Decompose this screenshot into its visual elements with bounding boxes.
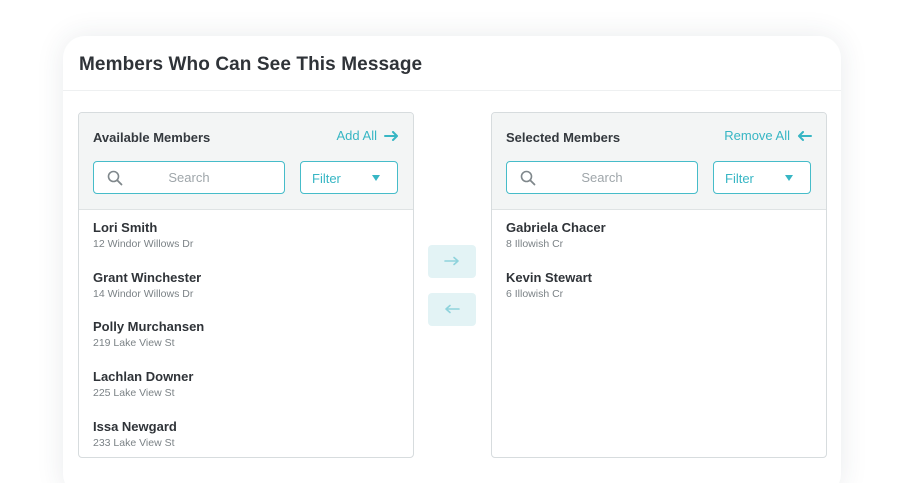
selected-filter-dropdown[interactable]: Filter (713, 161, 811, 194)
arrow-right-icon (384, 130, 399, 141)
available-members-panel: Available Members Add All Filter Lori Sm… (78, 112, 414, 458)
member-name: Lori Smith (93, 220, 158, 235)
available-panel-title: Available Members (93, 130, 211, 145)
available-search-field[interactable] (93, 161, 285, 194)
caret-down-icon (372, 175, 380, 181)
arrow-right-icon (444, 253, 460, 271)
list-item[interactable]: Lori Smith 12 Windor Willows Dr (79, 211, 413, 261)
selected-member-list: Gabriela Chacer 8 Illowish Cr Kevin Stew… (492, 211, 826, 310)
available-search-input[interactable] (134, 162, 244, 193)
member-address: 14 Windor Willows Dr (93, 287, 194, 300)
list-item[interactable]: Lachlan Downer 225 Lake View St (79, 360, 413, 410)
arrow-left-icon (797, 130, 812, 141)
member-address: 219 Lake View St (93, 337, 175, 350)
member-name: Gabriela Chacer (506, 220, 606, 235)
list-item[interactable]: Issa Newgard 233 Lake View St (79, 410, 413, 457)
member-name: Kevin Stewart (506, 269, 592, 285)
move-to-available-button[interactable] (428, 293, 476, 326)
available-panel-header: Available Members Add All Filter (79, 113, 413, 210)
selected-panel-title: Selected Members (506, 130, 621, 145)
members-dialog: Members Who Can See This Message Availab… (63, 36, 841, 483)
remove-all-button[interactable]: Remove All (724, 128, 812, 143)
list-item[interactable]: Grant Winchester 14 Windor Willows Dr (79, 261, 413, 311)
list-item[interactable]: Gabriela Chacer 8 Illowish Cr (492, 211, 826, 261)
member-address: 12 Windor Willows Dr (93, 238, 194, 250)
search-icon (107, 170, 123, 191)
selected-search-input[interactable] (547, 162, 657, 193)
member-name: Issa Newgard (93, 418, 177, 434)
list-item[interactable]: Polly Murchansen 219 Lake View St (79, 310, 413, 360)
member-address: 233 Lake View St (93, 436, 175, 449)
title-divider (63, 90, 841, 91)
selected-members-panel: Selected Members Remove All Filter Gabri… (491, 112, 827, 458)
move-to-selected-button[interactable] (428, 245, 476, 278)
add-all-label: Add All (336, 128, 377, 143)
dialog-title: Members Who Can See This Message (79, 54, 423, 75)
member-name: Lachlan Downer (93, 369, 194, 385)
remove-all-label: Remove All (724, 128, 790, 143)
list-item[interactable]: Kevin Stewart 6 Illowish Cr (492, 261, 826, 311)
search-icon (520, 170, 536, 191)
member-address: 6 Illowish Cr (506, 287, 564, 300)
member-address: 225 Lake View St (93, 387, 175, 400)
available-filter-dropdown[interactable]: Filter (300, 161, 398, 194)
selected-panel-header: Selected Members Remove All Filter (492, 113, 826, 210)
member-name: Grant Winchester (93, 269, 202, 285)
available-member-list: Lori Smith 12 Windor Willows Dr Grant Wi… (79, 211, 413, 457)
caret-down-icon (785, 175, 793, 181)
arrow-left-icon (444, 301, 460, 319)
member-name: Polly Murchansen (93, 319, 205, 335)
member-address: 8 Illowish Cr (506, 238, 564, 250)
filter-label: Filter (725, 171, 754, 186)
selected-search-field[interactable] (506, 161, 698, 194)
filter-label: Filter (312, 171, 341, 186)
add-all-button[interactable]: Add All (337, 128, 399, 143)
